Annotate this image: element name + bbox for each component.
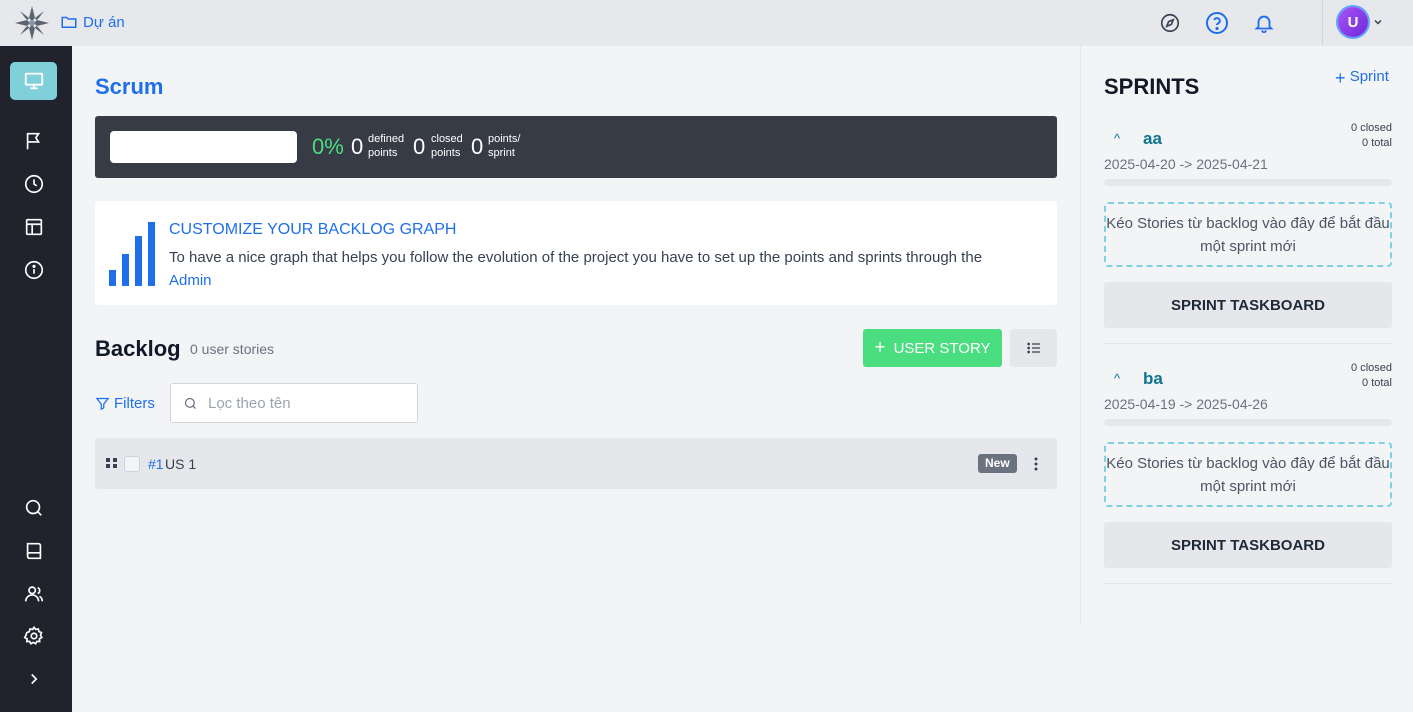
divider — [1104, 583, 1392, 584]
sidebar-item-timeline[interactable] — [10, 165, 57, 203]
backlog-title: Backlog — [95, 336, 181, 361]
graph-setup-card: CUSTOMIZE YOUR BACKLOG GRAPH To have a n… — [95, 201, 1057, 305]
sidebar-item-wiki[interactable] — [10, 532, 57, 570]
progress-bar — [110, 131, 297, 163]
sprint-dropzone[interactable]: Kéo Stories từ backlog vào đây để bắt đầ… — [1104, 442, 1392, 507]
add-user-story-label: USER STORY — [893, 339, 991, 357]
story-name[interactable]: US 1 — [165, 456, 196, 472]
story-menu-button[interactable] — [1029, 453, 1043, 475]
search-field — [170, 383, 418, 423]
stats-bar: 0% 0 defined points 0 closed points 0 poin… — [95, 116, 1057, 178]
sprint-stats: 0 closed 0 total — [1351, 362, 1392, 389]
sidebar-item-search[interactable] — [10, 489, 57, 527]
sidebar-item-scrum[interactable] — [10, 122, 57, 160]
sprint-taskboard-button[interactable]: SPRINT TASKBOARD — [1104, 522, 1392, 568]
main-content: Scrum 0% 0 defined points 0 closed points … — [72, 46, 1080, 712]
sprint-dates: 2025-04-19 -> 2025-04-26 — [1104, 396, 1268, 412]
compass-icon[interactable] — [1157, 10, 1183, 36]
add-sprint-button[interactable]: + Sprint — [1335, 68, 1389, 89]
list-icon — [1026, 342, 1040, 354]
search-icon — [184, 397, 196, 409]
sprint-dropzone[interactable]: Kéo Stories từ backlog vào đây để bắt đầ… — [1104, 202, 1392, 267]
page-title: Scrum — [95, 74, 164, 99]
story-checkbox[interactable] — [124, 456, 140, 472]
drag-handle-icon[interactable] — [106, 458, 118, 468]
sidebar-item-info[interactable] — [10, 251, 57, 289]
chevron-right-icon — [30, 673, 37, 685]
percent-complete: 0% — [312, 134, 344, 159]
bell-icon[interactable] — [1251, 10, 1277, 36]
top-bar: Dự án U — [0, 0, 1413, 46]
story-ref[interactable]: #1 — [148, 456, 164, 472]
info-icon — [24, 260, 43, 280]
sprint-name[interactable]: aa — [1143, 129, 1162, 149]
bulk-list-button[interactable] — [1010, 329, 1057, 367]
search-icon — [25, 499, 42, 516]
sidebar-item-overview[interactable] — [10, 62, 57, 100]
help-icon[interactable] — [1204, 10, 1230, 36]
sprints-panel: SPRINTS + Sprint ^ aa 0 closed 0 total 2… — [1080, 46, 1413, 624]
sprint-dates: 2025-04-20 -> 2025-04-21 — [1104, 156, 1268, 172]
points-per-sprint-label: points/sprint — [488, 133, 521, 159]
users-icon — [24, 586, 43, 602]
closed-points-value: 0 — [413, 134, 426, 159]
monitor-icon — [24, 72, 43, 90]
status-badge[interactable]: New — [978, 454, 1017, 473]
user-menu[interactable]: U — [1338, 7, 1384, 37]
backlog-count: 0 user stories — [190, 341, 275, 357]
bar-graph-icon — [109, 222, 155, 286]
chevron-down-icon — [1374, 19, 1382, 25]
folder-icon — [61, 16, 77, 28]
sprint-progress-bar — [1104, 179, 1392, 186]
sidebar-item-kanban[interactable] — [10, 208, 57, 246]
sprint-stats: 0 closed 0 total — [1351, 122, 1392, 149]
clock-icon — [24, 174, 43, 194]
table-icon — [25, 218, 42, 236]
admin-link[interactable]: Admin — [169, 272, 212, 289]
sidebar — [0, 46, 72, 712]
defined-points-label: defined points — [368, 133, 405, 159]
divider — [1104, 343, 1392, 344]
defined-points-value: 0 — [351, 134, 364, 159]
more-vertical-icon — [1034, 457, 1038, 471]
logo-icon[interactable] — [14, 5, 50, 41]
sprint-taskboard-button[interactable]: SPRINT TASKBOARD — [1104, 282, 1392, 328]
table-row[interactable]: #1 US 1 New — [95, 438, 1057, 489]
filters-label: Filters — [114, 395, 155, 412]
flag-icon — [26, 132, 40, 150]
filters-button[interactable]: Filters — [95, 395, 155, 412]
gear-icon — [23, 625, 43, 645]
collapse-icon[interactable]: ^ — [1114, 371, 1120, 386]
points-per-sprint-value: 0 — [471, 134, 484, 159]
sidebar-item-team[interactable] — [10, 575, 57, 613]
plus-icon: + — [874, 337, 886, 358]
closed-points-label: closed points — [431, 133, 463, 159]
projects-label: Dự án — [83, 13, 125, 31]
sprint-progress-bar — [1104, 419, 1392, 426]
add-user-story-button[interactable]: + USER STORY — [863, 329, 1002, 367]
search-input[interactable] — [208, 394, 398, 412]
graph-card-text: To have a nice graph that helps you foll… — [169, 249, 983, 289]
sprints-title: SPRINTS — [1104, 74, 1200, 99]
avatar: U — [1338, 7, 1368, 37]
collapse-icon[interactable]: ^ — [1114, 131, 1120, 146]
filter-icon — [95, 397, 110, 411]
graph-card-title: CUSTOMIZE YOUR BACKLOG GRAPH — [169, 221, 457, 238]
sprint-name[interactable]: ba — [1143, 369, 1163, 389]
book-icon — [26, 542, 41, 560]
plus-icon: + — [1335, 68, 1346, 88]
add-sprint-label: Sprint — [1349, 68, 1389, 85]
topbar-divider — [1322, 0, 1323, 46]
projects-link[interactable]: Dự án — [60, 13, 125, 31]
sidebar-expand-button[interactable] — [10, 660, 57, 698]
sidebar-item-settings[interactable] — [10, 617, 57, 655]
